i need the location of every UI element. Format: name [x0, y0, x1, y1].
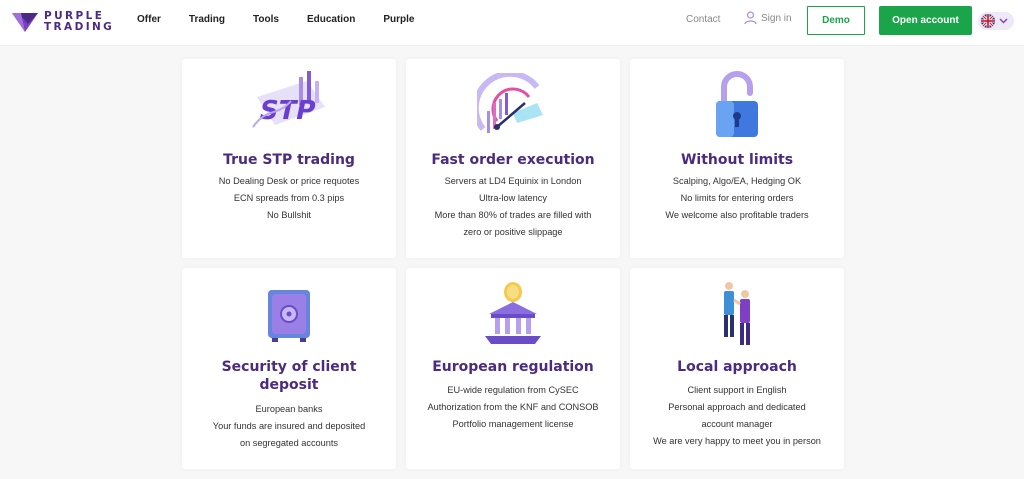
card-line: ECN spreads from 0.3 pips	[233, 193, 345, 203]
card-line: Scalping, Algo/EA, Hedging OK	[672, 176, 802, 186]
brand-name: PURPLE TRADING	[44, 11, 114, 33]
card-description: European banks Your funds are insured an…	[182, 401, 396, 452]
demo-button[interactable]: Demo	[807, 6, 865, 35]
card-title: European regulation	[432, 359, 594, 375]
card-description: Client support in English Personal appro…	[630, 382, 844, 450]
feature-card-regulation: European regulation EU-wide regulation f…	[406, 268, 620, 469]
nav-tools[interactable]: Tools	[253, 14, 279, 25]
brand-logo-icon	[12, 13, 38, 32]
card-line: Portfolio management license	[452, 419, 574, 429]
card-line: Authorization from the KNF and CONSOB	[427, 402, 599, 412]
nav-offer[interactable]: Offer	[137, 14, 161, 25]
language-selector[interactable]	[978, 12, 1014, 30]
card-title: Fast order execution	[431, 152, 595, 168]
card-title: Without limits	[680, 152, 794, 168]
card-title: Security of client deposit	[182, 358, 396, 394]
card-line: No Dealing Desk or price requotes	[218, 176, 360, 186]
speedometer-icon	[477, 73, 543, 133]
brand-line-2: TRADING	[44, 21, 115, 33]
feature-card-stp: STP True STP trading No Dealing Desk or …	[182, 59, 396, 258]
brand-logo[interactable]: PURPLE TRADING	[12, 9, 114, 35]
card-title-line: Security of client	[221, 359, 357, 375]
card-line: Personal approach and dedicated	[668, 402, 806, 412]
card-description: No Dealing Desk or price requotes ECN sp…	[182, 173, 396, 224]
card-line: Servers at LD4 Equinix in London	[444, 176, 582, 186]
card-title: Local approach	[677, 359, 797, 375]
card-line: More than 80% of trades are filled with	[434, 210, 592, 220]
nav-education[interactable]: Education	[307, 14, 355, 25]
card-line: Ultra-low latency	[479, 193, 547, 203]
card-description: Servers at LD4 Equinix in London Ultra-l…	[406, 173, 620, 241]
card-line: account manager	[701, 419, 773, 429]
card-line: No Bullshit	[267, 210, 311, 220]
feature-card-execution: Fast order execution Servers at LD4 Equi…	[406, 59, 620, 258]
top-header: PURPLE TRADING Offer Trading Tools Educa…	[0, 0, 1024, 46]
card-description: Scalping, Algo/EA, Hedging OK No limits …	[630, 173, 844, 224]
main-nav: Offer Trading Tools Education Purple	[137, 14, 442, 25]
feature-card-limits: Without limits Scalping, Algo/EA, Hedgin…	[630, 59, 844, 258]
feature-card-security: Security of client deposit European bank…	[182, 268, 396, 469]
card-line: EU-wide regulation from CySEC	[447, 385, 579, 395]
card-line: on segregated accounts	[239, 438, 339, 448]
open-account-button[interactable]: Open account	[879, 6, 972, 35]
user-icon	[744, 11, 757, 25]
nav-purple[interactable]: Purple	[383, 14, 414, 25]
svg-text:STP: STP	[256, 96, 318, 126]
padlock-icon	[716, 71, 758, 137]
feature-card-local: Local approach Client support in English…	[630, 268, 844, 469]
stp-icon: STP	[252, 71, 325, 128]
signin-label: Sign in	[761, 12, 792, 24]
card-line: zero or positive slippage	[463, 227, 563, 237]
safe-icon	[268, 290, 310, 342]
card-line: Client support in English	[687, 385, 787, 395]
signin-link[interactable]: Sign in	[744, 11, 792, 25]
card-title: True STP trading	[223, 152, 355, 168]
card-line: Your funds are insured and deposited	[212, 421, 366, 431]
card-line: We are very happy to meet you in person	[653, 436, 821, 446]
chevron-down-icon	[999, 18, 1008, 24]
bank-icon	[485, 282, 541, 344]
card-title-line: deposit	[259, 377, 319, 393]
handshake-icon	[724, 282, 750, 345]
card-line: No limits for entering orders	[680, 193, 794, 203]
card-line: We welcome also profitable traders	[665, 210, 809, 220]
nav-trading[interactable]: Trading	[189, 14, 225, 25]
contact-link[interactable]: Contact	[686, 14, 720, 25]
card-line: European banks	[255, 404, 323, 414]
uk-flag-icon	[981, 14, 995, 28]
card-description: EU-wide regulation from CySEC Authorizat…	[406, 382, 620, 433]
